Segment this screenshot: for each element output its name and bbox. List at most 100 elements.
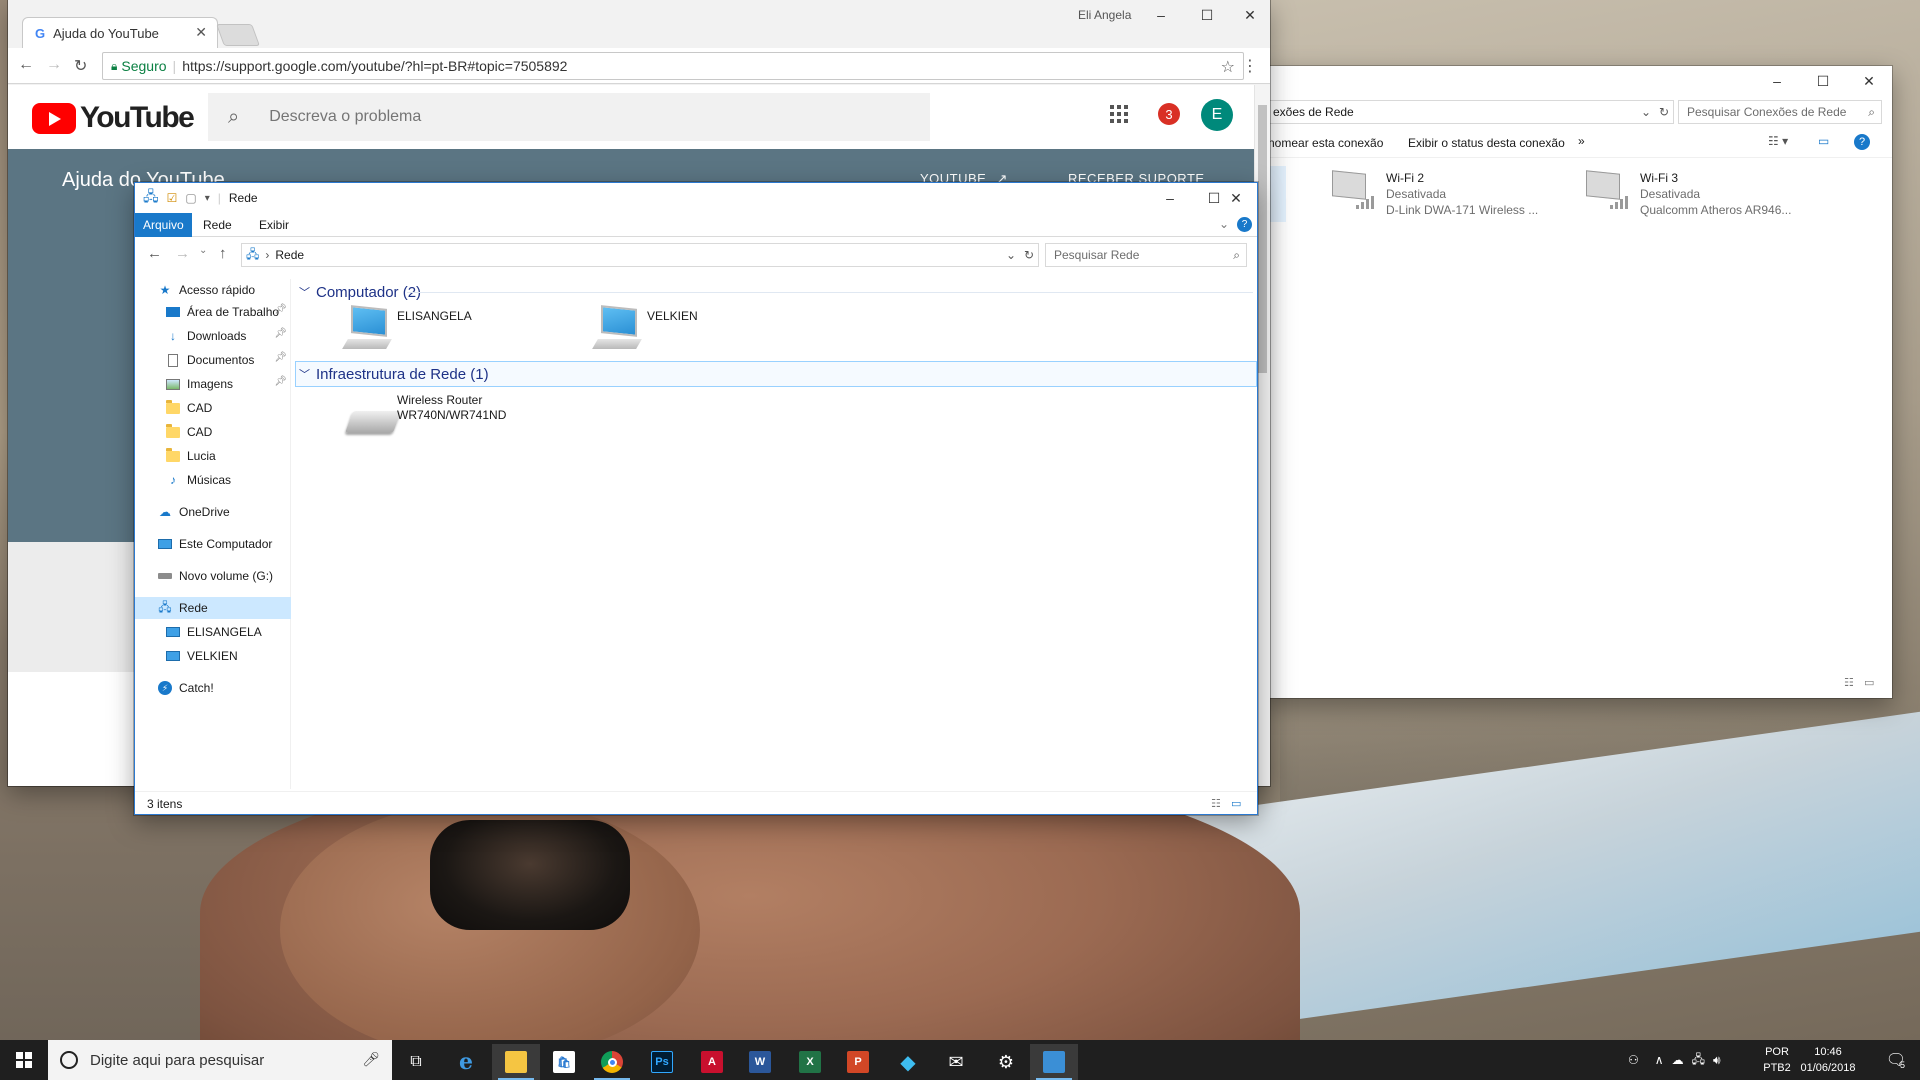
- notification-badge[interactable]: 3: [1158, 103, 1180, 125]
- forward-icon[interactable]: →: [46, 56, 62, 74]
- close-tab-icon[interactable]: ✕: [195, 24, 207, 41]
- tab-file[interactable]: Arquivo: [135, 213, 192, 237]
- show-hidden-icons-icon[interactable]: ∧: [1655, 1053, 1664, 1067]
- nav-documents[interactable]: Documentos 📌︎: [135, 349, 291, 371]
- nav-folder-cad[interactable]: CAD: [135, 421, 291, 443]
- tab-view[interactable]: Exibir: [251, 213, 297, 237]
- expand-ribbon-icon[interactable]: ⌄: [1219, 217, 1229, 231]
- pin-icon[interactable]: 📌︎: [274, 376, 287, 387]
- nav-network-elisangela[interactable]: ELISANGELA: [135, 621, 291, 643]
- close-button[interactable]: ✕: [1230, 0, 1270, 30]
- maximize-button[interactable]: ☐: [1184, 0, 1230, 30]
- forward-icon[interactable]: →: [175, 245, 190, 262]
- taskbar-search-box[interactable]: Digite aqui para pesquisar 🎤︎: [48, 1040, 392, 1080]
- computer-item-velkien[interactable]: VELKIEN: [592, 303, 775, 359]
- change-view-icon[interactable]: ☷ ▾: [1768, 134, 1788, 148]
- minimize-button[interactable]: –: [1147, 183, 1193, 213]
- router-item[interactable]: Wireless Router WR740N/WR741ND: [344, 391, 545, 439]
- nav-images[interactable]: Imagens 📌︎: [135, 373, 291, 395]
- nav-network-velkien[interactable]: VELKIEN: [135, 645, 291, 667]
- help-icon[interactable]: ?: [1237, 217, 1252, 232]
- taskbar-mail[interactable]: ✉: [932, 1044, 980, 1080]
- help-search-box[interactable]: ⌕: [208, 93, 930, 141]
- close-button[interactable]: ✕: [1213, 183, 1259, 213]
- details-view-icon[interactable]: ☷: [1211, 797, 1221, 810]
- nav-music[interactable]: ♪ Músicas: [135, 469, 291, 491]
- network-status-icon[interactable]: 🖧︎: [1692, 1050, 1705, 1071]
- help-icon[interactable]: ?: [1854, 134, 1870, 150]
- tab-youtube-help[interactable]: G Ajuda do YouTube ✕: [22, 17, 218, 48]
- start-button[interactable]: [0, 1040, 48, 1080]
- close-button[interactable]: ✕: [1846, 66, 1892, 96]
- task-view-button[interactable]: ⧉: [392, 1044, 440, 1080]
- taskbar-photoshop[interactable]: Ps: [638, 1044, 686, 1080]
- taskbar-kodi[interactable]: ◆: [884, 1044, 932, 1080]
- search-input[interactable]: Pesquisar Rede ⌕: [1045, 243, 1247, 267]
- breadcrumb-network[interactable]: Rede: [275, 248, 304, 262]
- minimize-button[interactable]: –: [1754, 66, 1800, 96]
- view-status-command[interactable]: Exibir o status desta conexão: [1408, 136, 1565, 150]
- avatar[interactable]: E: [1201, 99, 1233, 131]
- pin-icon[interactable]: 📌︎: [274, 304, 287, 315]
- taskbar-network-connections[interactable]: [1030, 1044, 1078, 1080]
- computer-item-elisangela[interactable]: ELISANGELA: [342, 303, 525, 359]
- taskbar-file-explorer[interactable]: [492, 1044, 540, 1080]
- group-header-infrastructure[interactable]: ﹀ Infraestrutura de Rede (1): [299, 363, 489, 385]
- nav-drive-g[interactable]: Novo volume (G:): [135, 565, 291, 587]
- people-icon[interactable]: ⚇: [1628, 1053, 1639, 1067]
- microphone-icon[interactable]: 🎤︎: [362, 1051, 380, 1068]
- help-search-input[interactable]: [269, 108, 870, 126]
- youtube-logo[interactable]: YouTube: [32, 101, 195, 135]
- nav-network[interactable]: 🖧︎ Rede: [135, 597, 291, 619]
- adapter-wifi-3[interactable]: Wi-Fi 3 Desativada Qualcomm Atheros AR94…: [1584, 170, 1804, 230]
- properties-icon[interactable]: ☑: [167, 191, 178, 205]
- rename-connection-command[interactable]: nomear esta conexão: [1268, 136, 1383, 150]
- details-view-icon[interactable]: ☷: [1844, 676, 1854, 689]
- pin-icon[interactable]: 📌︎: [274, 352, 287, 363]
- volume-icon[interactable]: 🔊︎: [1713, 1053, 1721, 1068]
- maximize-button[interactable]: ☐: [1800, 66, 1846, 96]
- input-language[interactable]: POR PTB2: [1762, 1044, 1792, 1076]
- large-icons-view-icon[interactable]: ▭: [1864, 676, 1874, 689]
- up-icon[interactable]: ↑: [219, 245, 227, 262]
- taskbar-excel[interactable]: X: [786, 1044, 834, 1080]
- taskbar-settings[interactable]: ⚙: [982, 1044, 1030, 1080]
- adapter-wifi-2[interactable]: Wi-Fi 2 Desativada D-Link DWA-171 Wirele…: [1330, 170, 1550, 230]
- new-folder-icon[interactable]: ▢: [185, 191, 196, 205]
- back-icon[interactable]: ←: [147, 245, 162, 262]
- reload-icon[interactable]: ↻: [74, 56, 87, 76]
- nav-quick-access[interactable]: ★ Acesso rápido: [135, 279, 291, 301]
- pin-icon[interactable]: 📌︎: [274, 328, 287, 339]
- search-input[interactable]: Pesquisar Conexões de Rede ⌕: [1678, 100, 1882, 124]
- refresh-icon[interactable]: ↻: [1659, 105, 1669, 119]
- nav-folder-cad[interactable]: CAD: [135, 397, 291, 419]
- address-bar[interactable]: 🔒︎ Seguro | https://support.google.com/y…: [102, 52, 1244, 80]
- action-center-button[interactable]: 🗨︎ 5: [1872, 1040, 1920, 1080]
- taskbar-autocad[interactable]: A: [688, 1044, 736, 1080]
- preview-pane-icon[interactable]: ▭: [1818, 134, 1829, 148]
- refresh-icon[interactable]: ↻: [1024, 248, 1034, 262]
- address-bar[interactable]: 🖧︎ › Rede ⌄ ↻: [241, 243, 1039, 267]
- taskbar-edge[interactable]: e: [442, 1044, 490, 1080]
- collapse-chevron-icon[interactable]: ﹀: [299, 284, 310, 300]
- minimize-button[interactable]: –: [1138, 0, 1184, 30]
- nav-catch[interactable]: ⚡︎ Catch!: [135, 677, 291, 699]
- group-header-computers[interactable]: ﹀ Computador (2): [299, 281, 421, 303]
- bookmark-star-icon[interactable]: ☆: [1221, 57, 1235, 77]
- profile-name[interactable]: Eli Angela: [1078, 8, 1131, 22]
- address-bar[interactable]: exões de Rede ⌄ ↻: [1266, 100, 1674, 124]
- new-tab-button[interactable]: [215, 24, 261, 46]
- recent-locations-icon[interactable]: ⌄: [199, 245, 207, 256]
- apps-grid-icon[interactable]: [1110, 105, 1128, 123]
- onedrive-icon[interactable]: ☁: [1672, 1053, 1684, 1067]
- more-commands-button[interactable]: »: [1578, 134, 1585, 148]
- nav-onedrive[interactable]: ☁ OneDrive: [135, 501, 291, 523]
- chevron-down-icon[interactable]: ⌄: [1006, 248, 1016, 262]
- chevron-down-icon[interactable]: ⌄: [1641, 105, 1651, 119]
- nav-this-pc[interactable]: Este Computador: [135, 533, 291, 555]
- collapse-chevron-icon[interactable]: ﹀: [299, 366, 310, 382]
- tab-network[interactable]: Rede: [195, 213, 240, 237]
- back-icon[interactable]: ←: [18, 56, 34, 74]
- taskbar-store[interactable]: 🛍︎: [540, 1044, 588, 1080]
- clock[interactable]: 10:46 01/06/2018: [1800, 1044, 1856, 1076]
